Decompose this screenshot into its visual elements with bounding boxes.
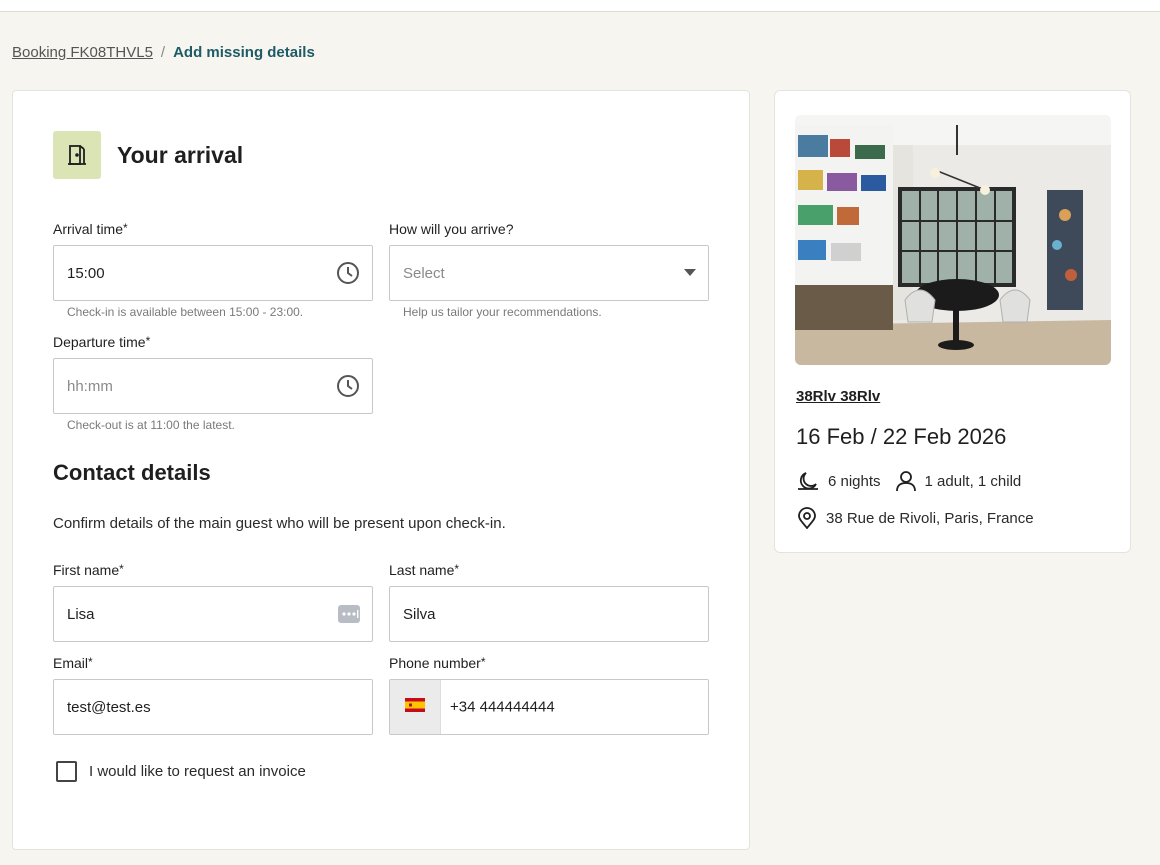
required-marker: * <box>145 334 151 348</box>
location-pin-icon <box>796 507 818 529</box>
guests-count: 1 adult, 1 child <box>924 472 1022 490</box>
details-form-card: Your arrival Arrival time* 15:00 Check-i… <box>12 90 750 850</box>
email-value: test@test.es <box>67 698 151 716</box>
arrival-section-header: Your arrival <box>53 131 243 179</box>
first-name-label: First name* <box>53 562 124 578</box>
arrival-time-label: Arrival time* <box>53 221 128 237</box>
phone-label-text: Phone number <box>389 655 481 671</box>
moon-icon <box>796 470 820 492</box>
email-label-text: Email <box>53 655 89 671</box>
departure-time-input[interactable]: hh:mm <box>53 358 373 414</box>
required-marker: * <box>119 562 124 576</box>
nights-count: 6 nights <box>828 472 881 490</box>
arrival-section-title: Your arrival <box>117 141 244 168</box>
departure-time-hint: Check-out is at 11:00 the latest. <box>67 418 235 432</box>
email-field[interactable]: test@test.es <box>53 679 373 735</box>
arrival-time-input[interactable]: 15:00 <box>53 245 373 301</box>
phone-field[interactable]: +34 444444444 <box>389 679 709 735</box>
password-manager-icon[interactable] <box>338 605 360 623</box>
invoice-checkbox[interactable] <box>56 761 77 782</box>
property-photo <box>795 115 1111 365</box>
caret-down-icon <box>684 269 696 277</box>
country-code-selector[interactable] <box>390 680 441 734</box>
phone-label: Phone number* <box>389 655 486 671</box>
phone-value: +34 444444444 <box>450 698 555 716</box>
first-name-field[interactable]: Lisa <box>53 586 373 642</box>
first-name-value: Lisa <box>67 605 95 623</box>
door-icon <box>53 131 101 179</box>
breadcrumb-separator: / <box>160 44 166 61</box>
arrival-time-value: 15:00 <box>67 264 105 282</box>
breadcrumb-booking-link[interactable]: Booking FK08THVL5 <box>12 44 153 61</box>
arrival-time-label-text: Arrival time <box>53 221 124 237</box>
clock-icon[interactable] <box>336 374 360 398</box>
invoice-checkbox-row[interactable]: I would like to request an invoice <box>56 761 306 782</box>
first-name-label-text: First name <box>53 562 120 578</box>
contact-description: Confirm details of the main guest who wi… <box>53 515 506 532</box>
booking-summary-card: 38Rlv 38Rlv 16 Feb / 22 Feb 2026 6 night… <box>774 90 1131 553</box>
clock-icon[interactable] <box>336 261 360 285</box>
how-arrive-hint: Help us tailor your recommendations. <box>403 305 602 319</box>
breadcrumb-current: Add missing details <box>173 44 315 61</box>
contact-section-title: Contact details <box>53 460 211 485</box>
departure-time-label: Departure time* <box>53 334 150 350</box>
address-row: 38 Rue de Rivoli, Paris, France <box>796 507 1034 529</box>
required-marker: * <box>123 221 128 235</box>
property-name-link[interactable]: 38Rlv 38Rlv <box>796 388 880 405</box>
spain-flag-icon <box>405 698 425 716</box>
invoice-checkbox-label[interactable]: I would like to request an invoice <box>89 763 306 780</box>
how-arrive-label: How will you arrive? <box>389 221 514 237</box>
arrival-time-hint: Check-in is available between 15:00 - 23… <box>67 305 304 319</box>
email-label: Email* <box>53 655 93 671</box>
stay-dates: 16 Feb / 22 Feb 2026 <box>796 424 1007 449</box>
last-name-label: Last name* <box>389 562 459 578</box>
required-marker: * <box>454 562 460 576</box>
top-bar <box>0 0 1160 12</box>
departure-time-placeholder: hh:mm <box>67 377 113 395</box>
how-arrive-placeholder: Select <box>403 264 445 282</box>
last-name-field[interactable]: Silva <box>389 586 709 642</box>
person-icon <box>895 470 917 492</box>
breadcrumb: Booking FK08THVL5 / Add missing details <box>12 44 315 61</box>
last-name-label-text: Last name <box>389 562 455 578</box>
stay-meta-row: 6 nights 1 adult, 1 child <box>796 470 1021 492</box>
departure-time-label-text: Departure time <box>53 334 146 350</box>
how-arrive-select[interactable]: Select <box>389 245 709 301</box>
required-marker: * <box>480 655 486 669</box>
required-marker: * <box>88 655 93 669</box>
property-address: 38 Rue de Rivoli, Paris, France <box>826 509 1034 527</box>
last-name-value: Silva <box>403 605 436 623</box>
